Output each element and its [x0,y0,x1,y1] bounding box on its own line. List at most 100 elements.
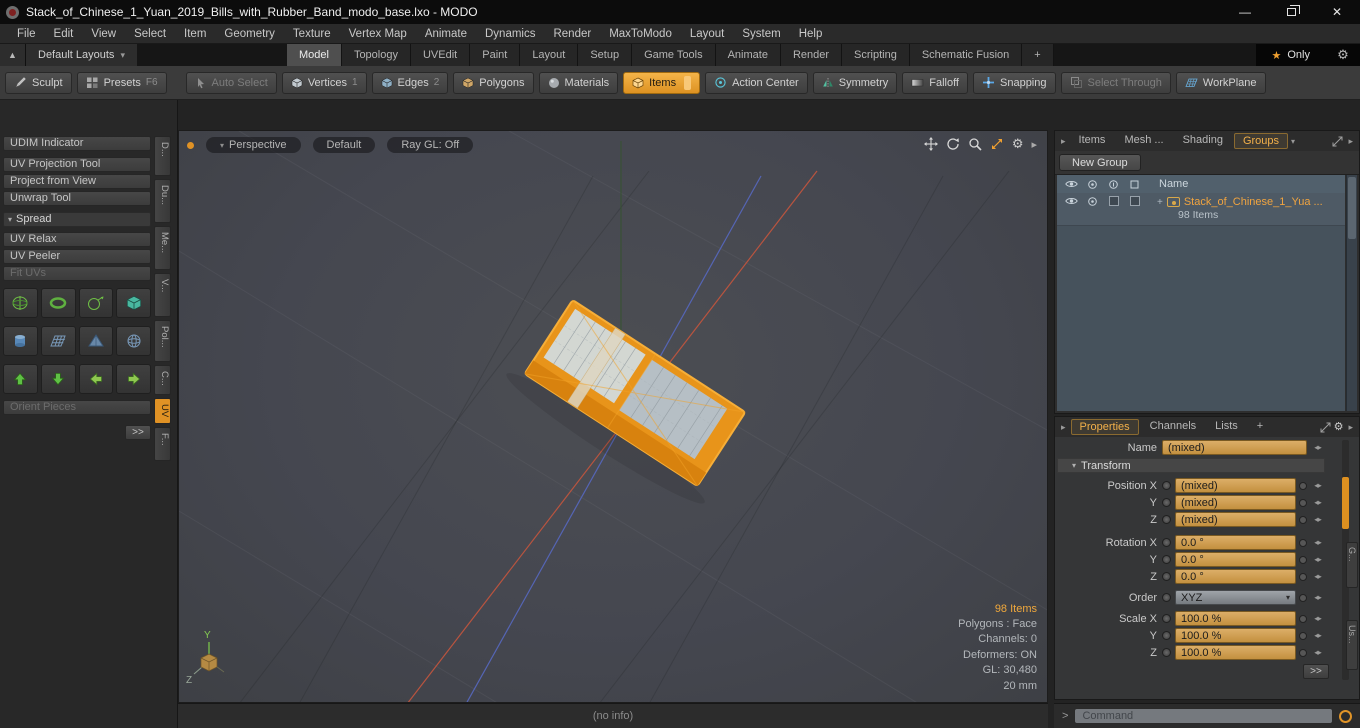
row-render-toggle[interactable] [1082,196,1103,207]
menu-animate[interactable]: Animate [416,24,476,44]
mini-slider-handle[interactable] [1299,481,1307,490]
render-column-header[interactable] [1082,179,1103,190]
order-dropdown[interactable]: XYZ ▾ [1175,590,1296,605]
restore-button[interactable] [1268,0,1314,24]
spinner-arrows-icon[interactable]: ◂▸ [1310,554,1325,565]
spinner-arrows-icon[interactable]: ◂▸ [1310,630,1325,641]
triangle-tool-button[interactable] [78,326,114,356]
spinner-arrows-icon[interactable]: ◂▸ [1310,442,1325,453]
cylindrical-projection-button[interactable] [40,288,76,318]
envelope-toggle[interactable] [1162,572,1171,581]
item-list-scrollbar[interactable] [1346,175,1357,411]
presets-button[interactable]: Presets F6 [76,71,167,94]
mini-slider-handle[interactable] [1299,593,1307,602]
tab-lists[interactable]: Lists [1207,419,1246,435]
menu-maxtomodo[interactable]: MaxToModo [600,24,681,44]
move-down-button[interactable] [40,364,76,394]
mini-slider-handle[interactable] [1299,538,1307,547]
falloff-button[interactable]: Falloff [902,71,968,94]
rotation-z-field[interactable]: 0.0 ° [1175,569,1296,584]
workplane-button[interactable]: WorkPlane [1175,71,1266,94]
edges-mode-button[interactable]: Edges 2 [371,71,449,94]
wire-sphere-tool-button[interactable] [116,326,151,356]
tab-animate[interactable]: Animate [715,44,781,66]
minimize-button[interactable]: — [1222,0,1268,24]
name-field[interactable]: (mixed) [1162,440,1307,455]
grid-plane-tool-button[interactable] [40,326,76,356]
panel-collapse-icon[interactable]: ▸ [1059,422,1068,433]
tab-mesh[interactable]: Mesh ... [1116,133,1171,149]
envelope-toggle[interactable] [1162,481,1171,490]
side-tab-pol[interactable]: Pol... [154,320,171,362]
tool-unwrap[interactable]: Unwrap Tool [3,191,151,206]
close-button[interactable]: ✕ [1314,0,1360,24]
only-toggle[interactable]: ★ Only [1255,44,1326,66]
command-history-icon[interactable] [1339,709,1352,723]
envelope-toggle[interactable] [1162,515,1171,524]
name-column-header[interactable]: Name [1145,178,1188,190]
tab-render[interactable]: Render [780,44,843,66]
tool-uv-projection[interactable]: UV Projection Tool [3,157,151,172]
3d-viewport[interactable]: Y Z ▾ Perspective Default Ray GL: Off ⚙ … [178,130,1048,703]
tab-channels[interactable]: Channels [1142,419,1204,435]
panel-collapse-icon[interactable]: ▸ [1059,136,1068,147]
menu-geometry[interactable]: Geometry [215,24,284,44]
layout-settings-button[interactable]: ⚙ [1326,44,1360,66]
tab-shading[interactable]: Shading [1175,133,1231,149]
tab-paint[interactable]: Paint [470,44,521,66]
side-tab-f[interactable]: F... [154,427,171,461]
mini-slider-handle[interactable] [1299,648,1307,657]
tab-items[interactable]: Items [1071,133,1114,149]
new-group-button[interactable]: New Group [1059,154,1141,171]
envelope-toggle[interactable] [1162,555,1171,564]
menu-select[interactable]: Select [125,24,175,44]
raygl-dropdown[interactable]: Ray GL: Off [387,137,474,153]
group-name[interactable]: Stack_of_Chinese_1_Yua ... [1184,196,1323,208]
rotation-y-field[interactable]: 0.0 ° [1175,552,1296,567]
spinner-arrows-icon[interactable]: ◂▸ [1310,480,1325,491]
tool-fit-uvs[interactable]: Fit UVs [3,266,151,281]
mini-slider-handle[interactable] [1299,498,1307,507]
transform-section-header[interactable]: ▾ Transform [1057,458,1325,473]
envelope-toggle[interactable] [1162,498,1171,507]
menu-render[interactable]: Render [544,24,600,44]
menu-system[interactable]: System [733,24,789,44]
side-tab-c[interactable]: C... [154,365,171,395]
panel-flyout-icon[interactable]: ▸ [1346,422,1355,433]
toolbox-more-button[interactable]: >> [125,425,151,440]
shading-style-dropdown[interactable]: Default [312,137,376,153]
spinner-arrows-icon[interactable]: ◂▸ [1310,514,1325,525]
move-right-button[interactable] [116,364,151,394]
tool-uv-relax[interactable]: UV Relax [3,232,151,247]
polygons-mode-button[interactable]: Polygons [453,71,534,94]
position-x-field[interactable]: (mixed) [1175,478,1296,493]
side-tab-me[interactable]: Me... [154,226,171,270]
tab-scripting[interactable]: Scripting [842,44,910,66]
envelope-toggle[interactable] [1162,614,1171,623]
menu-layout[interactable]: Layout [681,24,734,44]
menu-item[interactable]: Item [175,24,215,44]
bills-stack-object[interactable] [500,292,758,514]
visibility-column-header[interactable] [1061,179,1082,189]
info-column-header[interactable] [1103,179,1124,190]
move-up-button[interactable] [3,364,38,394]
envelope-toggle[interactable] [1162,631,1171,640]
tab-add[interactable]: + [1249,419,1271,435]
spinner-arrows-icon[interactable]: ◂▸ [1310,613,1325,624]
vertices-mode-button[interactable]: Vertices 1 [281,71,367,94]
spinner-arrows-icon[interactable]: ◂▸ [1310,647,1325,658]
atlas-projection-button[interactable] [3,288,38,318]
tab-uvedit[interactable]: UVEdit [410,44,471,66]
mini-slider-handle[interactable] [1299,572,1307,581]
panel-gear-icon[interactable]: ⚙ [1334,420,1344,434]
tab-setup[interactable]: Setup [578,44,633,66]
envelope-toggle[interactable] [1162,538,1171,547]
dock-toggle-icon[interactable]: ▲ [0,44,26,66]
select-through-button[interactable]: Select Through [1060,71,1171,94]
properties-more-button[interactable]: >> [1303,664,1329,679]
envelope-toggle[interactable] [1162,648,1171,657]
position-y-field[interactable]: (mixed) [1175,495,1296,510]
command-input[interactable] [1074,708,1333,724]
auto-select-button[interactable]: Auto Select [185,71,277,94]
maximize-viewport-icon[interactable] [990,137,1004,151]
